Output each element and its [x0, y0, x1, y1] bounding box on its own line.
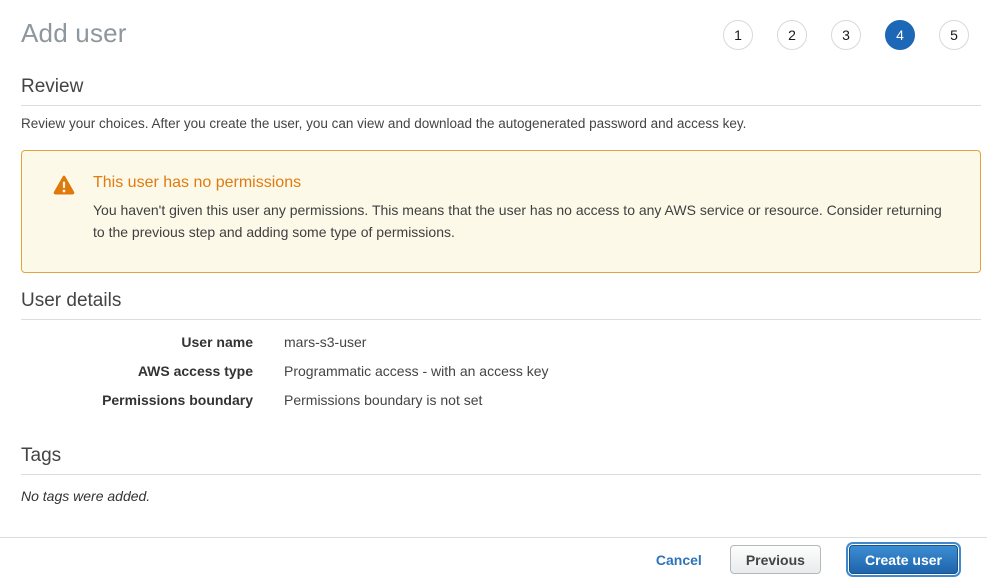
user-details-heading: User details [21, 290, 981, 312]
detail-label: AWS access type [21, 363, 253, 379]
warning-body: You haven't given this user any permissi… [93, 199, 949, 243]
detail-value: Programmatic access - with an access key [284, 363, 549, 379]
detail-value: Permissions boundary is not set [284, 392, 482, 408]
detail-value: mars-s3-user [284, 334, 366, 350]
step-5[interactable]: 5 [939, 20, 969, 50]
no-tags-message: No tags were added. [21, 488, 981, 504]
detail-row-permissions-boundary: Permissions boundary Permissions boundar… [21, 392, 981, 408]
review-heading: Review [21, 76, 981, 98]
section-divider [21, 105, 981, 106]
section-divider [21, 474, 981, 475]
tags-section: Tags No tags were added. [21, 445, 981, 504]
wizard-footer: Cancel Previous Create user [0, 537, 987, 581]
detail-row-user-name: User name mars-s3-user [21, 334, 981, 350]
detail-row-access-type: AWS access type Programmatic access - wi… [21, 363, 981, 379]
add-user-wizard: Add user 1 2 3 4 5 Review Review your ch… [0, 0, 987, 581]
wizard-content: Review Review your choices. After you cr… [0, 50, 987, 537]
user-details-rows: User name mars-s3-user AWS access type P… [21, 334, 981, 408]
warning-text: This user has no permissions You haven't… [93, 174, 949, 246]
user-details-section: User details User name mars-s3-user AWS … [21, 290, 981, 408]
step-1[interactable]: 1 [723, 20, 753, 50]
section-divider [21, 319, 981, 320]
detail-label: User name [21, 334, 253, 350]
previous-button[interactable]: Previous [730, 545, 821, 574]
step-indicator: 1 2 3 4 5 [723, 16, 969, 50]
page-title: Add user [21, 16, 127, 49]
step-3[interactable]: 3 [831, 20, 861, 50]
cancel-button[interactable]: Cancel [656, 552, 702, 568]
wizard-header: Add user 1 2 3 4 5 [0, 0, 987, 50]
review-description: Review your choices. After you create th… [21, 116, 981, 131]
no-permissions-warning-banner: This user has no permissions You haven't… [21, 150, 981, 273]
tags-heading: Tags [21, 445, 981, 467]
warning-title: This user has no permissions [93, 174, 949, 192]
step-4-active[interactable]: 4 [885, 20, 915, 50]
warning-triangle-icon [53, 175, 75, 195]
step-2[interactable]: 2 [777, 20, 807, 50]
detail-label: Permissions boundary [21, 392, 253, 408]
review-section: Review Review your choices. After you cr… [21, 76, 981, 273]
create-user-button[interactable]: Create user [849, 545, 958, 574]
